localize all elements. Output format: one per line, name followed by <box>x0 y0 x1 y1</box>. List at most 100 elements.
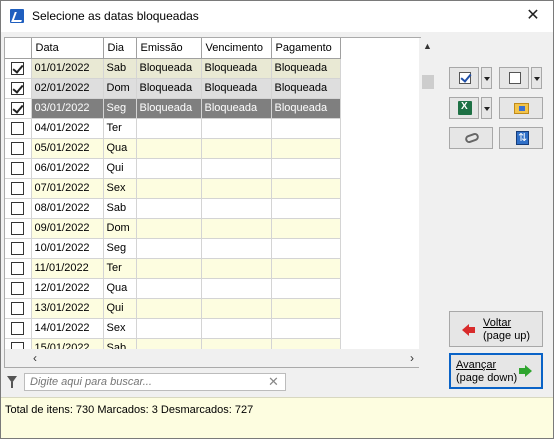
header-emissao[interactable]: Emissão <box>136 38 202 59</box>
table-row[interactable]: 03/01/2022 Seg Bloqueada Bloqueada Bloqueada <box>5 98 420 119</box>
cell-dia[interactable]: Sex <box>103 178 137 199</box>
cell-data[interactable]: 11/01/2022 <box>31 258 104 279</box>
table-row[interactable]: 07/01/2022 Sex <box>5 178 420 199</box>
row-check-cell[interactable] <box>5 198 32 219</box>
table-row[interactable]: 02/01/2022 Dom Bloqueada Bloqueada Bloqueada <box>5 78 420 99</box>
cell-vencimento[interactable] <box>201 318 272 339</box>
cell-pagamento[interactable] <box>271 198 341 219</box>
cell-emissao[interactable] <box>136 118 202 139</box>
cell-data[interactable]: 07/01/2022 <box>31 178 104 199</box>
cell-pagamento[interactable] <box>271 258 341 279</box>
row-checkbox[interactable] <box>11 101 25 115</box>
row-check-cell[interactable] <box>5 238 32 259</box>
scroll-right-icon[interactable]: › <box>410 351 414 365</box>
search-input[interactable] <box>24 373 286 391</box>
cell-dia[interactable]: Seg <box>103 98 137 119</box>
close-button[interactable]: ✕ <box>523 6 543 26</box>
cell-emissao[interactable]: Bloqueada <box>136 98 202 119</box>
cell-emissao[interactable] <box>136 178 202 199</box>
cell-pagamento[interactable] <box>271 158 341 179</box>
cell-vencimento[interactable] <box>201 258 272 279</box>
cell-vencimento[interactable] <box>201 278 272 299</box>
row-check-cell[interactable] <box>5 78 32 99</box>
table-row[interactable]: 14/01/2022 Sex <box>5 318 420 339</box>
row-checkbox[interactable] <box>11 201 25 215</box>
table-row[interactable]: 04/01/2022 Ter <box>5 118 420 139</box>
cell-dia[interactable]: Qui <box>103 158 137 179</box>
cell-emissao[interactable] <box>136 218 202 239</box>
cell-dia[interactable]: Ter <box>103 118 137 139</box>
row-check-cell[interactable] <box>5 98 32 119</box>
cell-vencimento[interactable] <box>201 218 272 239</box>
row-checkbox[interactable] <box>11 261 25 275</box>
cell-emissao[interactable] <box>136 198 202 219</box>
header-pagamento[interactable]: Pagamento <box>271 38 341 59</box>
cell-vencimento[interactable] <box>201 298 272 319</box>
cell-dia[interactable]: Sex <box>103 318 137 339</box>
cell-vencimento[interactable] <box>201 198 272 219</box>
uncheck-all-dropdown[interactable] <box>531 67 542 89</box>
link-button[interactable] <box>449 127 493 149</box>
row-check-cell[interactable] <box>5 258 32 279</box>
cell-emissao[interactable] <box>136 138 202 159</box>
table-row[interactable]: 06/01/2022 Qui <box>5 158 420 179</box>
row-check-cell[interactable] <box>5 138 32 159</box>
row-checkbox[interactable] <box>11 221 25 235</box>
cell-emissao[interactable]: Bloqueada <box>136 78 202 99</box>
cell-emissao[interactable] <box>136 278 202 299</box>
cell-pagamento[interactable] <box>271 318 341 339</box>
cell-data[interactable]: 01/01/2022 <box>31 58 104 79</box>
table-row[interactable]: 12/01/2022 Qua <box>5 278 420 299</box>
row-checkbox[interactable] <box>11 61 25 75</box>
row-check-cell[interactable] <box>5 218 32 239</box>
cell-pagamento[interactable] <box>271 298 341 319</box>
header-vencimento[interactable]: Vencimento <box>201 38 272 59</box>
cell-emissao[interactable] <box>136 158 202 179</box>
row-checkbox[interactable] <box>11 181 25 195</box>
cell-vencimento[interactable]: Bloqueada <box>201 78 272 99</box>
table-row[interactable]: 09/01/2022 Dom <box>5 218 420 239</box>
row-check-cell[interactable] <box>5 118 32 139</box>
cell-dia[interactable]: Dom <box>103 218 137 239</box>
cell-vencimento[interactable] <box>201 238 272 259</box>
table-row[interactable]: 13/01/2022 Qui <box>5 298 420 319</box>
row-checkbox[interactable] <box>11 81 25 95</box>
cell-data[interactable]: 08/01/2022 <box>31 198 104 219</box>
check-all-button[interactable] <box>449 67 479 89</box>
cell-dia[interactable]: Qua <box>103 278 137 299</box>
row-check-cell[interactable] <box>5 278 32 299</box>
cell-dia[interactable]: Qui <box>103 298 137 319</box>
row-checkbox[interactable] <box>11 141 25 155</box>
row-checkbox[interactable] <box>11 241 25 255</box>
cell-data[interactable]: 10/01/2022 <box>31 238 104 259</box>
cell-dia[interactable]: Qua <box>103 138 137 159</box>
row-checkbox[interactable] <box>11 301 25 315</box>
cell-pagamento[interactable]: Bloqueada <box>271 78 341 99</box>
table-row[interactable]: 08/01/2022 Sab <box>5 198 420 219</box>
header-check-column[interactable] <box>5 38 32 59</box>
cell-pagamento[interactable] <box>271 138 341 159</box>
row-checkbox[interactable] <box>11 321 25 335</box>
uncheck-all-button[interactable] <box>499 67 529 89</box>
table-row[interactable]: 01/01/2022 Sab Bloqueada Bloqueada Bloqueada <box>5 58 420 79</box>
excel-export-dropdown[interactable] <box>481 97 492 119</box>
check-all-dropdown[interactable] <box>481 67 492 89</box>
cell-emissao[interactable]: Bloqueada <box>136 58 202 79</box>
cell-data[interactable]: 06/01/2022 <box>31 158 104 179</box>
cell-pagamento[interactable] <box>271 238 341 259</box>
row-checkbox[interactable] <box>11 121 25 135</box>
cell-dia[interactable]: Sab <box>103 198 137 219</box>
cell-dia[interactable]: Ter <box>103 258 137 279</box>
cell-data[interactable]: 14/01/2022 <box>31 318 104 339</box>
cell-vencimento[interactable] <box>201 118 272 139</box>
table-row[interactable]: 10/01/2022 Seg <box>5 238 420 259</box>
cell-data[interactable]: 13/01/2022 <box>31 298 104 319</box>
header-dia[interactable]: Dia <box>103 38 137 59</box>
cell-vencimento[interactable]: Bloqueada <box>201 58 272 79</box>
horizontal-scrollbar[interactable]: ‹ › <box>5 349 420 367</box>
back-button[interactable]: Voltar (page up) <box>449 311 543 347</box>
row-checkbox[interactable] <box>11 161 25 175</box>
cell-data[interactable]: 05/01/2022 <box>31 138 104 159</box>
cell-pagamento[interactable] <box>271 278 341 299</box>
cell-pagamento[interactable] <box>271 118 341 139</box>
